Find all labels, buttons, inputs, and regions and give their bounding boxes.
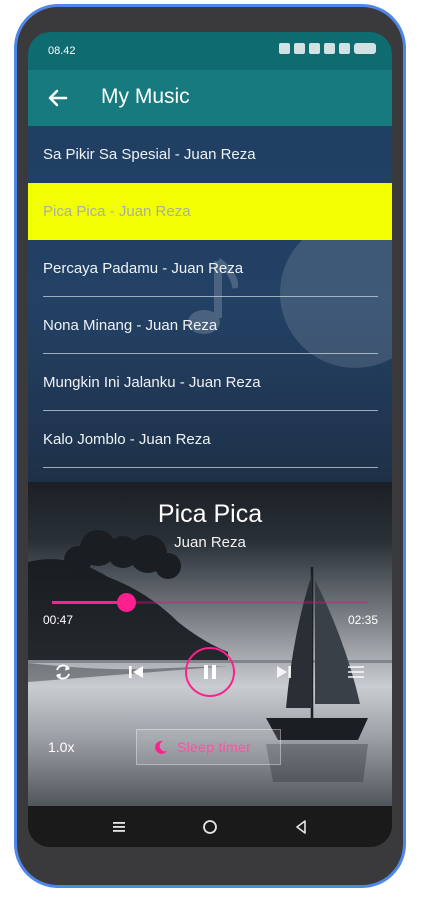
- status-bar: 08.42: [28, 32, 392, 70]
- battery-icon: [354, 43, 376, 54]
- playback-speed-button[interactable]: 1.0x: [48, 739, 74, 755]
- mute-icon: [294, 43, 305, 54]
- divider: [43, 467, 378, 468]
- now-playing-artist: Juan Reza: [174, 534, 246, 551]
- moon-icon: [155, 740, 167, 754]
- song-list: Sa Pikir Sa Spesial - Juan Reza Pica Pic…: [28, 126, 392, 482]
- arrow-left-icon[interactable]: [44, 84, 72, 112]
- song-title: Nona Minang - Juan Reza: [43, 317, 218, 334]
- app-bar: My Music: [28, 70, 392, 126]
- seek-bar[interactable]: [52, 593, 368, 612]
- song-item[interactable]: Sa Pikir Sa Spesial - Juan Reza: [28, 126, 392, 183]
- song-title: Percaya Padamu - Juan Reza: [43, 260, 244, 277]
- status-icons: [279, 43, 376, 54]
- song-item[interactable]: Kalo Jomblo - Juan Reza: [28, 411, 392, 468]
- song-title: Sa Pikir Sa Spesial - Juan Reza: [43, 146, 256, 163]
- repeat-icon[interactable]: [45, 654, 81, 690]
- skip-next-icon[interactable]: [266, 654, 302, 690]
- system-nav-bar: [28, 806, 392, 847]
- skip-previous-icon[interactable]: [118, 654, 154, 690]
- wifi-icon: [324, 43, 335, 54]
- now-playing-title: Pica Pica: [157, 500, 263, 528]
- song-item-active[interactable]: Pica Pica - Juan Reza: [28, 183, 392, 240]
- song-title: Mungkin Ini Jalanku - Juan Reza: [43, 374, 261, 391]
- elapsed-time: 00:47: [43, 613, 74, 627]
- sleep-timer-label: Sleep timer: [177, 739, 252, 755]
- song-title: Kalo Jomblo - Juan Reza: [43, 431, 211, 448]
- signal-icon: [339, 43, 350, 54]
- alarm-icon: [309, 43, 320, 54]
- player-panel: Pica Pica Juan Reza 00:47 02:35 1.0x Sle…: [28, 482, 392, 812]
- seek-bar-progress: [52, 601, 127, 604]
- pause-icon: [204, 665, 216, 679]
- song-item[interactable]: Nona Minang - Juan Reza: [28, 297, 392, 354]
- screen: 08.42 My Music Sa Pikir Sa Spesial - Jua…: [28, 32, 392, 847]
- recent-apps-button[interactable]: [108, 816, 130, 838]
- song-item[interactable]: Mungkin Ini Jalanku - Juan Reza: [28, 354, 392, 411]
- notification-icon: [279, 43, 290, 54]
- page-title: My Music: [101, 85, 190, 108]
- status-time: 08.42: [48, 45, 76, 57]
- song-title: Pica Pica - Juan Reza: [43, 203, 191, 220]
- song-item[interactable]: Percaya Padamu - Juan Reza: [28, 240, 392, 297]
- play-pause-button[interactable]: [185, 647, 235, 697]
- playlist-icon[interactable]: [338, 654, 374, 690]
- sleep-timer-button[interactable]: Sleep timer: [136, 729, 281, 765]
- total-time: 02:35: [347, 613, 378, 627]
- home-button[interactable]: [199, 816, 221, 838]
- back-button[interactable]: [290, 816, 312, 838]
